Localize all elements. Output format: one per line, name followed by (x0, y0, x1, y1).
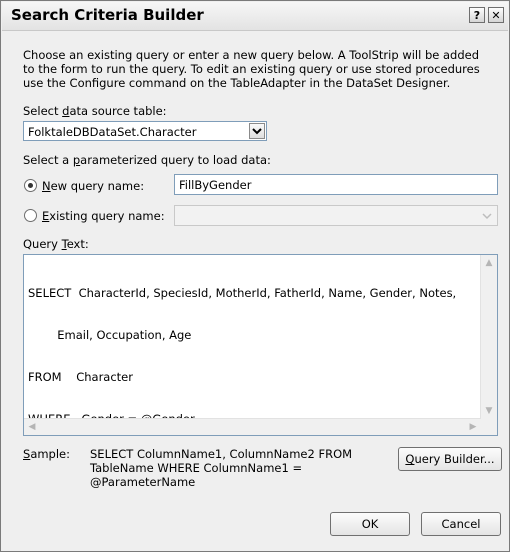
radio-selected-dot (28, 183, 33, 188)
chevron-down-icon (252, 128, 262, 135)
scroll-up-icon[interactable]: ▲ (481, 255, 497, 271)
query-builder-button[interactable]: Query Builder... (398, 447, 502, 471)
help-button[interactable]: ? (469, 7, 485, 23)
scroll-right-icon[interactable]: ▶ (465, 419, 481, 435)
existing-query-combo[interactable] (174, 205, 498, 226)
close-button[interactable]: ✕ (488, 7, 504, 23)
query-line: FROM Character (28, 370, 133, 384)
query-line: SELECT CharacterId, SpeciesId, MotherId,… (28, 286, 457, 300)
dialog-title: Search Criteria Builder (11, 6, 204, 24)
sample-label: Sample: (23, 447, 71, 461)
vertical-scrollbar[interactable]: ▲ ▼ (480, 255, 497, 419)
data-source-label: Select data source table: (23, 104, 167, 118)
ok-button[interactable]: OK (330, 512, 410, 536)
chevron-down-icon[interactable] (480, 209, 494, 223)
existing-query-label[interactable]: Existing query name: (42, 209, 165, 223)
help-icon: ? (473, 9, 481, 22)
close-icon: ✕ (491, 9, 501, 22)
sample-line: SELECT ColumnName1, ColumnName2 FROM (90, 447, 353, 461)
query-text-label: Query Text: (23, 237, 89, 251)
title-bar[interactable]: Search Criteria Builder ? ✕ (2, 2, 508, 31)
scroll-left-icon[interactable]: ◀ (24, 419, 40, 435)
dialog-window: Search Criteria Builder ? ✕ Choose an ex… (0, 0, 510, 552)
query-text-area[interactable]: SELECT CharacterId, SpeciesId, MotherId,… (23, 254, 498, 436)
query-section-label: Select a parameterized query to load dat… (23, 153, 271, 167)
data-source-combo[interactable]: FolktaleDBDataSet.Character (23, 121, 267, 141)
description-text: Choose an existing query or enter a new … (23, 48, 480, 90)
existing-query-radio[interactable] (24, 209, 37, 222)
scroll-down-icon[interactable]: ▼ (481, 403, 497, 419)
scrollbar-corner (481, 419, 497, 435)
data-source-dropdown-button[interactable] (249, 123, 265, 139)
sample-text: SELECT ColumnName1, ColumnName2 FROM Tab… (90, 447, 352, 489)
sample-line: @ParameterName (90, 475, 196, 489)
new-query-name-value: FillByGender (179, 178, 252, 192)
data-source-value: FolktaleDBDataSet.Character (28, 125, 197, 139)
sample-line: TableName WHERE ColumnName1 = (90, 461, 303, 475)
horizontal-scrollbar[interactable]: ◀ ▶ (24, 418, 481, 435)
new-query-label[interactable]: New query name: (42, 179, 144, 193)
new-query-radio[interactable] (24, 179, 37, 192)
query-line: Email, Occupation, Age (28, 328, 192, 342)
new-query-name-input[interactable]: FillByGender (174, 174, 498, 195)
cancel-button[interactable]: Cancel (421, 512, 501, 536)
